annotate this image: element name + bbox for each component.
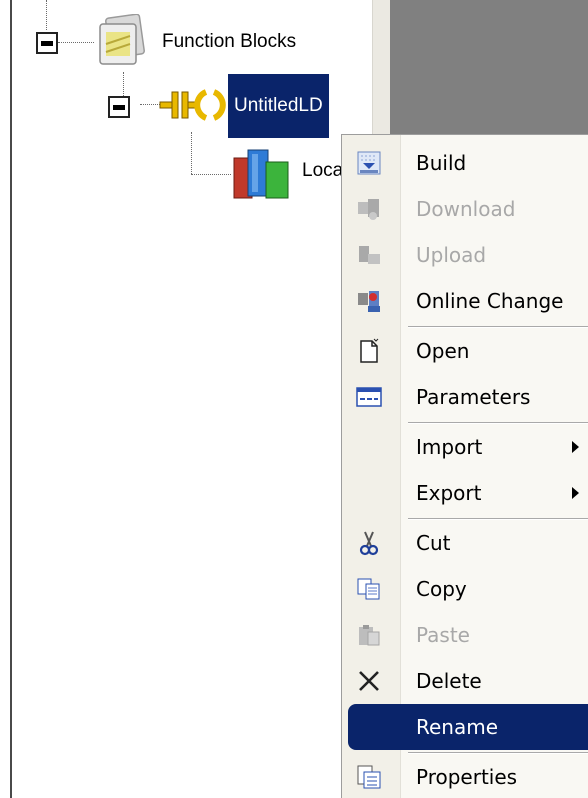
menu-item-label: Import xyxy=(416,435,483,459)
menu-item-label: Cut xyxy=(416,531,451,555)
menu-item-label: Upload xyxy=(416,243,487,267)
menu-item-delete[interactable]: Delete xyxy=(342,658,588,704)
menu-item-label: Download xyxy=(416,197,516,221)
build-icon xyxy=(356,150,382,176)
menu-item-label: Export xyxy=(416,481,482,505)
submenu-arrow-icon xyxy=(572,487,579,499)
menu-item-copy[interactable]: Copy xyxy=(342,566,588,612)
properties-icon xyxy=(356,764,382,790)
local-variables-books-icon xyxy=(230,144,296,200)
paste-icon xyxy=(356,622,382,648)
tree-pane-border xyxy=(10,0,12,798)
menu-item-download: Download xyxy=(342,186,588,232)
function-blocks-folder-icon xyxy=(94,13,150,68)
menu-item-export[interactable]: Export xyxy=(342,470,588,516)
upload-icon xyxy=(356,242,382,268)
menu-item-label: Parameters xyxy=(416,385,531,409)
collapse-untitledld-button[interactable] xyxy=(108,96,130,118)
menu-item-label: Rename xyxy=(416,715,499,739)
menu-item-paste: Paste xyxy=(342,612,588,658)
menu-item-label: Copy xyxy=(416,577,467,601)
tree-label-function-blocks[interactable]: Function Blocks xyxy=(162,29,296,55)
parameters-icon xyxy=(356,384,382,410)
open-document-icon xyxy=(356,338,382,364)
download-icon xyxy=(356,196,382,222)
menu-item-rename[interactable]: Rename xyxy=(348,704,588,750)
tree-connector xyxy=(191,132,192,174)
tree-connector xyxy=(123,72,124,98)
menu-item-parameters[interactable]: Parameters xyxy=(342,374,588,420)
menu-item-online-change[interactable]: Online Change xyxy=(342,278,588,324)
submenu-arrow-icon xyxy=(572,441,579,453)
menu-item-open[interactable]: Open xyxy=(342,328,588,374)
ladder-diagram-icon xyxy=(158,84,228,126)
tree-connector xyxy=(58,42,94,43)
menu-item-import[interactable]: Import xyxy=(342,424,588,470)
menu-item-label: Build xyxy=(416,151,467,175)
delete-x-icon xyxy=(356,668,382,694)
project-tree-window: Function Blocks UntitledLD Loca Build Do… xyxy=(0,0,588,798)
tree-label-local[interactable]: Loca xyxy=(302,158,343,184)
menu-item-properties[interactable]: Properties xyxy=(342,754,588,798)
tree-label-untitledld[interactable]: UntitledLD xyxy=(228,74,329,138)
collapse-function-blocks-button[interactable] xyxy=(36,32,58,54)
menu-item-label: Online Change xyxy=(416,289,564,313)
context-menu: Build Download Upload Online Change Open… xyxy=(341,134,588,798)
menu-item-cut[interactable]: Cut xyxy=(342,520,588,566)
tree-connector xyxy=(46,0,47,30)
menu-item-label: Open xyxy=(416,339,470,363)
scissors-icon xyxy=(356,530,382,556)
menu-item-label: Delete xyxy=(416,669,482,693)
tree-connector xyxy=(191,174,231,175)
menu-item-build[interactable]: Build xyxy=(342,140,588,186)
copy-icon xyxy=(356,576,382,602)
menu-item-label: Properties xyxy=(416,765,518,789)
menu-item-upload: Upload xyxy=(342,232,588,278)
online-change-icon xyxy=(356,288,382,314)
menu-item-label: Paste xyxy=(416,623,470,647)
